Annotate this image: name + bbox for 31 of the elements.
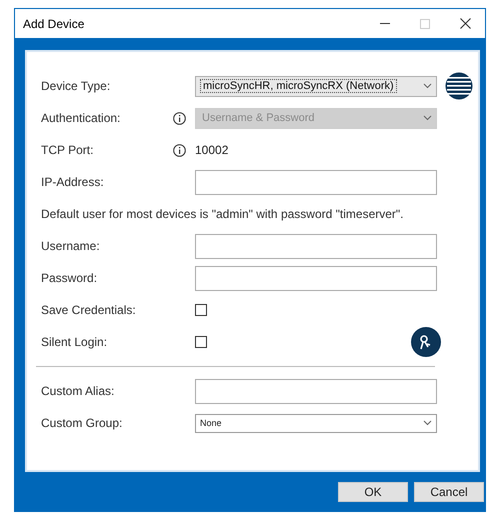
field-label: Custom Group: (41, 416, 124, 430)
ok-button[interactable]: OK (338, 482, 408, 502)
field-label: Save Credentials: (41, 303, 137, 317)
field-label: IP-Address: (41, 175, 105, 189)
dropdown[interactable]: microSyncHR, microSyncRX (Network) (195, 76, 437, 96)
checkbox[interactable] (195, 336, 207, 348)
dropdown[interactable]: None (195, 414, 437, 432)
chevron-down-icon (423, 420, 432, 426)
field-label: Device Type: (41, 79, 112, 93)
chevron-down-icon (423, 115, 432, 121)
field-label: Silent Login: (41, 335, 108, 349)
port-value: 10002 (195, 143, 228, 157)
input-field[interactable] (195, 170, 437, 194)
field-label: Username: (41, 239, 101, 253)
field-label: Custom Alias: (41, 384, 116, 398)
cancel-button[interactable]: Cancel (414, 482, 484, 502)
close-icon[interactable] (460, 18, 470, 29)
window-title: Add Device (23, 16, 86, 30)
globe-logo-icon (445, 72, 473, 100)
field-label: Authentication: (41, 111, 122, 125)
input-field[interactable] (195, 234, 437, 258)
hint-text: Default user for most devices is "admin" with password "timeserver". (41, 207, 404, 221)
checkbox[interactable] (195, 304, 207, 316)
info-icon[interactable] (173, 144, 186, 156)
minimize-icon[interactable] (380, 22, 390, 24)
input-field[interactable] (195, 378, 437, 404)
field-label: TCP Port: (41, 143, 94, 157)
chevron-down-icon (423, 83, 432, 89)
key-button[interactable] (411, 327, 441, 357)
input-field[interactable] (195, 266, 437, 290)
field-label: Password: (41, 271, 98, 285)
